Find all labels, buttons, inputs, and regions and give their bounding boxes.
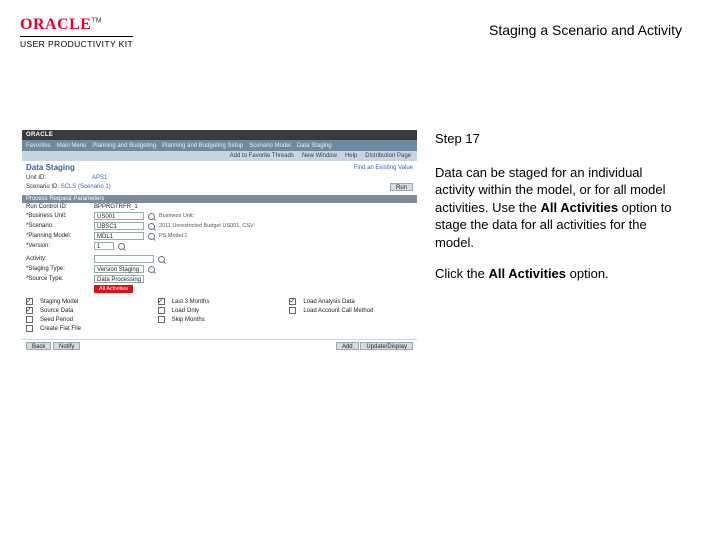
run-control-value: BPPRGTRFR_1 bbox=[94, 204, 138, 210]
page-title: Data Staging bbox=[26, 163, 75, 172]
trademark: TM bbox=[91, 18, 101, 25]
lookup-icon[interactable] bbox=[148, 233, 155, 240]
document-title: Staging a Scenario and Activity bbox=[489, 22, 682, 38]
run-button[interactable]: Run bbox=[390, 183, 413, 191]
unitid-value: APS1 bbox=[92, 175, 107, 181]
notify-button[interactable]: Notify bbox=[53, 342, 80, 350]
lookup-icon[interactable] bbox=[158, 256, 165, 263]
scenarioid-value: SCLS (Scenario 1) bbox=[61, 184, 111, 190]
app-screenshot: ORACLE Favorites Main Menu Planning and … bbox=[22, 130, 417, 352]
scenario-input[interactable]: UBSC1 bbox=[94, 222, 144, 230]
find-link[interactable]: Find an Existing Value bbox=[354, 165, 413, 171]
nav-item[interactable]: Planning and Budgeting Setup bbox=[162, 143, 243, 149]
lookup-icon[interactable] bbox=[148, 213, 155, 220]
model-input[interactable]: MDL1 bbox=[94, 232, 144, 240]
nav-item[interactable]: Main Menu bbox=[57, 143, 87, 149]
lookup-icon[interactable] bbox=[118, 243, 125, 250]
brand-word: ORACLE bbox=[20, 16, 91, 33]
checkbox[interactable] bbox=[26, 325, 33, 332]
activity-label: Activity: bbox=[26, 256, 90, 262]
bu-label: *Business Unit: bbox=[26, 213, 90, 219]
all-activities-option[interactable]: All Activities bbox=[94, 285, 133, 293]
breadcrumb: Favorites Main Menu Planning and Budgeti… bbox=[22, 140, 417, 151]
model-desc: PS Model 1 bbox=[159, 233, 187, 239]
step-label: Step 17 bbox=[435, 130, 685, 148]
checkbox[interactable] bbox=[158, 316, 165, 323]
util-link[interactable]: Add to Favorite Threads bbox=[230, 153, 294, 159]
run-control-label: Run Control ID: bbox=[26, 204, 90, 210]
nav-item[interactable]: Data Staging bbox=[297, 143, 332, 149]
staging-type-label: *Staging Type: bbox=[26, 266, 90, 272]
instruction-panel: Step 17 Data can be staged for an indivi… bbox=[435, 130, 685, 297]
app-footer: Back Notify Add Update/Display bbox=[22, 339, 417, 352]
nav-item[interactable]: Planning and Budgeting bbox=[92, 143, 156, 149]
instruction-action: Click the All Activities option. bbox=[435, 265, 685, 283]
model-label: *Planning Model: bbox=[26, 233, 90, 239]
nav-item[interactable]: Favorites bbox=[26, 143, 51, 149]
bu-input[interactable]: US001 bbox=[94, 212, 144, 220]
app-topbar: ORACLE bbox=[22, 130, 417, 140]
lookup-icon[interactable] bbox=[148, 223, 155, 230]
utility-bar: Add to Favorite Threads New Window Help … bbox=[22, 151, 417, 161]
scenario-desc: 2011 Unrestricted Budget US001, CSV: bbox=[159, 223, 255, 229]
util-link[interactable]: Distribution Page bbox=[365, 153, 411, 159]
back-button[interactable]: Back bbox=[26, 342, 51, 350]
checkbox[interactable] bbox=[26, 307, 33, 314]
instruction-body: Data can be staged for an individual act… bbox=[435, 164, 685, 252]
section-band: Process Request Parameters bbox=[22, 195, 417, 203]
brand-logo: ORACLETM USER PRODUCTIVITY KIT bbox=[20, 16, 133, 49]
lookup-icon[interactable] bbox=[148, 266, 155, 273]
source-type-select[interactable]: Data Processing bbox=[94, 275, 144, 283]
update-display-button[interactable]: Update/Display bbox=[360, 342, 413, 350]
checkbox[interactable] bbox=[158, 307, 165, 314]
checkbox[interactable] bbox=[26, 316, 33, 323]
scenario-label: *Scenario: bbox=[26, 223, 90, 229]
staging-type-select[interactable]: Version Staging bbox=[94, 265, 144, 273]
brand-subtitle: USER PRODUCTIVITY KIT bbox=[20, 36, 133, 49]
checkbox[interactable] bbox=[158, 298, 165, 305]
bu-hint: Business Unit: bbox=[159, 213, 194, 219]
version-label: *Version: bbox=[26, 243, 90, 249]
checkbox-grid: Staging Model Source Data Seed Period Cr… bbox=[22, 297, 417, 333]
nav-item[interactable]: Scenario Model bbox=[249, 143, 291, 149]
activity-input[interactable] bbox=[94, 255, 154, 263]
util-link[interactable]: Help bbox=[345, 153, 357, 159]
source-type-label: *Source Type: bbox=[26, 276, 90, 282]
version-input[interactable]: 1 bbox=[94, 242, 114, 250]
add-button[interactable]: Add bbox=[336, 342, 359, 350]
checkbox[interactable] bbox=[26, 298, 33, 305]
checkbox[interactable] bbox=[289, 307, 296, 314]
checkbox[interactable] bbox=[289, 298, 296, 305]
scenarioid-label: Scenario ID: bbox=[26, 184, 59, 190]
util-link[interactable]: New Window bbox=[302, 153, 337, 159]
unitid-label: Unit ID: bbox=[26, 175, 86, 181]
